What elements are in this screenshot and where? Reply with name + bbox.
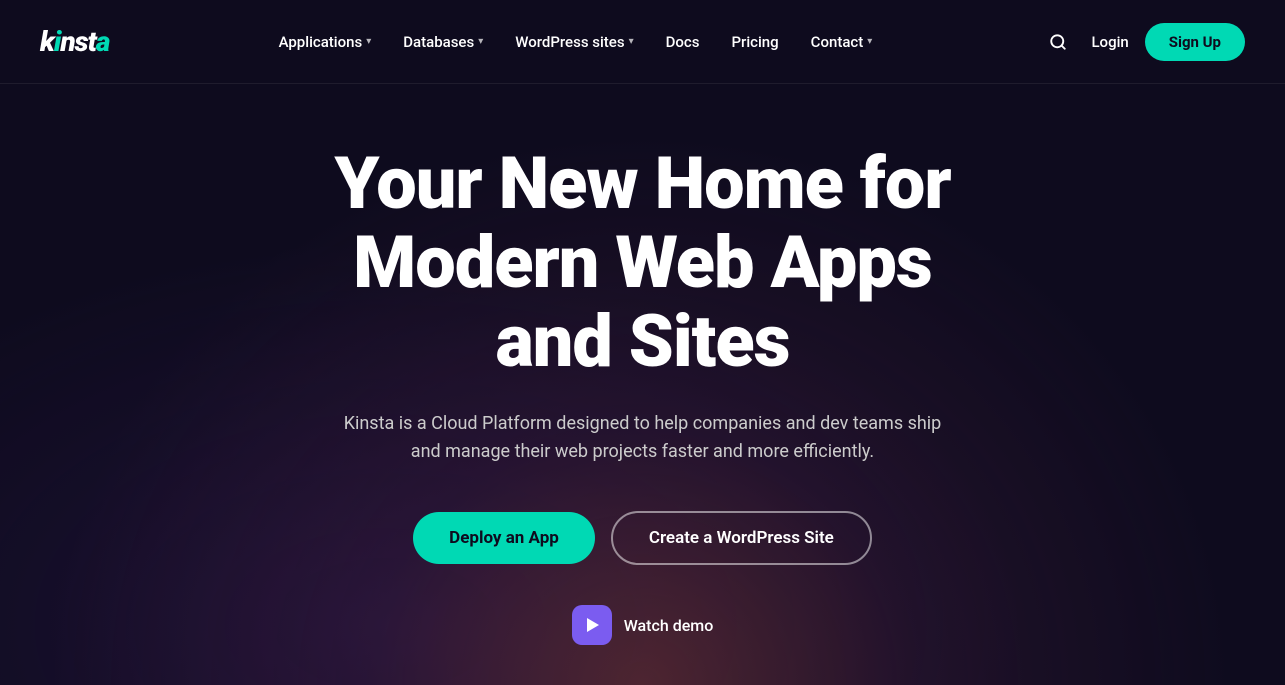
play-triangle-icon	[587, 618, 599, 632]
nav-item-pricing[interactable]: Pricing	[717, 25, 792, 59]
chevron-down-icon: ▾	[629, 36, 634, 47]
nav-item-databases[interactable]: Databases ▾	[389, 25, 497, 59]
chevron-down-icon: ▾	[478, 36, 483, 47]
nav-databases-label: Databases	[403, 33, 474, 51]
logo-text: kinsta	[40, 25, 109, 58]
nav-contact-label: Contact	[811, 33, 864, 51]
nav-pricing-label: Pricing	[731, 33, 778, 51]
chevron-down-icon: ▾	[366, 36, 371, 47]
nav-item-wordpress-sites[interactable]: WordPress sites ▾	[501, 25, 647, 59]
nav-item-contact[interactable]: Contact ▾	[797, 25, 887, 59]
create-wordpress-site-button[interactable]: Create a WordPress Site	[611, 511, 872, 565]
watch-demo-link[interactable]: Watch demo	[572, 605, 714, 645]
hero-title: Your New Home for Modern Web Apps and Si…	[293, 144, 993, 382]
nav-applications-label: Applications	[279, 33, 363, 51]
nav-right: Login Sign Up	[1041, 23, 1245, 61]
nav-wordpress-label: WordPress sites	[515, 33, 624, 51]
deploy-app-button[interactable]: Deploy an App	[413, 512, 595, 564]
nav-docs-label: Docs	[666, 33, 700, 51]
hero-section: Your New Home for Modern Web Apps and Si…	[0, 84, 1285, 685]
login-link[interactable]: Login	[1091, 33, 1128, 51]
signup-button[interactable]: Sign Up	[1145, 23, 1245, 61]
logo[interactable]: kinsta	[40, 25, 109, 58]
chevron-down-icon: ▾	[867, 36, 872, 47]
play-button-icon	[572, 605, 612, 645]
nav-item-docs[interactable]: Docs	[652, 25, 714, 59]
hero-subtitle: Kinsta is a Cloud Platform designed to h…	[333, 410, 953, 468]
search-button[interactable]	[1041, 25, 1075, 59]
watch-demo-label: Watch demo	[624, 616, 714, 635]
search-icon	[1049, 33, 1067, 51]
navbar: kinsta Applications ▾ Databases ▾ WordPr…	[0, 0, 1285, 84]
nav-links: Applications ▾ Databases ▾ WordPress sit…	[265, 25, 887, 59]
hero-buttons: Deploy an App Create a WordPress Site	[413, 511, 872, 565]
nav-item-applications[interactable]: Applications ▾	[265, 25, 386, 59]
